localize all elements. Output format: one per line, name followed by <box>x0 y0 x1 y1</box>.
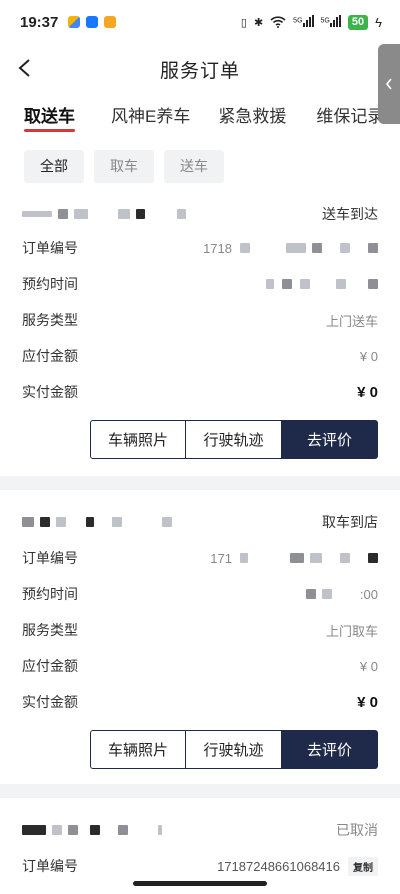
masked-vehicle-info <box>22 209 186 219</box>
masked-appoint-time <box>266 279 378 289</box>
order-card: 已取消 订单编号 17187248661068416 复制 <box>0 798 400 894</box>
order-no-label: 订单编号 <box>22 550 78 566</box>
filter-pickup[interactable]: 取车 <box>94 150 154 183</box>
paid-value: ¥ 0 <box>357 383 378 401</box>
driving-track-button[interactable]: 行驶轨迹 <box>186 730 282 769</box>
app-notification-icon <box>68 16 81 28</box>
masked-vehicle-info <box>22 825 162 835</box>
appoint-time-value: :00 <box>305 587 378 602</box>
order-actions: 车辆照片 行驶轨迹 去评价 <box>22 730 378 769</box>
masked-digits <box>240 553 378 563</box>
masked-appoint-time <box>305 589 332 599</box>
order-card-header: 已取消 <box>22 812 378 848</box>
order-no-row: 订单编号 17187248661068416 复制 <box>22 848 378 884</box>
driving-track-button[interactable]: 行驶轨迹 <box>186 420 282 459</box>
paid-label: 实付金额 <box>22 384 78 400</box>
paid-row: 实付金额 ¥ 0 <box>22 374 378 410</box>
vibrate-icon: ▯ <box>240 16 247 29</box>
payable-value: ¥ 0 <box>359 348 378 364</box>
payable-value: ¥ 0 <box>359 658 378 674</box>
paid-label: 实付金额 <box>22 694 78 710</box>
vehicle-photos-button[interactable]: 车辆照片 <box>90 730 186 769</box>
tab-e-maintenance[interactable]: 风神E养车 <box>111 92 190 138</box>
service-type-label: 服务类型 <box>22 622 78 638</box>
order-actions: 车辆照片 行驶轨迹 去评价 <box>22 420 378 459</box>
masked-digits <box>240 243 378 253</box>
order-no-label: 订单编号 <box>22 858 78 874</box>
charging-icon: ϟ <box>375 14 382 30</box>
order-status: 送车到达 <box>322 206 378 222</box>
service-type-row: 服务类型 上门取车 <box>22 612 378 648</box>
service-type-label: 服务类型 <box>22 312 78 328</box>
cellular-signal-1-icon: 5G <box>293 14 314 30</box>
order-no-value: 17187248661068416 复制 <box>217 856 378 876</box>
tab-maintenance-records[interactable]: 维保记录 <box>316 92 384 138</box>
vehicle-photos-button[interactable]: 车辆照片 <box>90 420 186 459</box>
order-no-value: 1718 <box>203 241 378 256</box>
chevron-left-icon <box>385 78 392 90</box>
notification-icons <box>68 16 117 28</box>
service-type-row: 服务类型 上门送车 <box>22 302 378 338</box>
cellular-signal-2-icon: 5G <box>321 14 341 30</box>
payable-row: 应付金额 ¥ 0 <box>22 338 378 374</box>
masked-vehicle-info <box>22 517 172 527</box>
service-type-value: 上门取车 <box>325 623 378 639</box>
home-indicator[interactable] <box>133 881 267 886</box>
service-tabs: 取送车 风神E养车 紧急救援 维保记录 <box>0 92 400 138</box>
side-drawer-handle[interactable] <box>378 44 400 124</box>
status-indicators: ▯ ✱ 5G 5G 50 ϟ <box>240 14 382 30</box>
order-status: 取车到店 <box>322 514 378 530</box>
status-bar: 19:37 ▯ ✱ 5G 5G 50 ϟ <box>0 0 400 44</box>
order-no-value: 171 <box>210 551 378 566</box>
bluetooth-icon: ✱ <box>253 16 264 29</box>
appoint-time-label: 预约时间 <box>22 586 78 602</box>
order-no-label: 订单编号 <box>22 240 78 256</box>
filter-bar: 全部 取车 送车 <box>0 138 400 198</box>
rate-button[interactable]: 去评价 <box>282 420 378 459</box>
tab-emergency-rescue[interactable]: 紧急救援 <box>218 92 286 138</box>
page-title: 服务订单 <box>159 61 240 82</box>
battery-level: 50 <box>347 14 369 30</box>
paid-value: ¥ 0 <box>357 693 378 711</box>
appoint-time-row: 预约时间 :00 <box>22 576 378 612</box>
paid-row: 实付金额 ¥ 0 <box>22 684 378 720</box>
tab-pickup-delivery[interactable]: 取送车 <box>24 92 75 138</box>
order-card-header: 送车到达 <box>22 198 378 230</box>
copy-button[interactable]: 复制 <box>348 856 378 876</box>
order-card: 送车到达 订单编号 1718 预约时间 服务类型 上门送车 应付金额 ¥ 0 实… <box>0 198 400 476</box>
nav-header: 服务订单 <box>0 44 400 92</box>
rate-button[interactable]: 去评价 <box>282 730 378 769</box>
appoint-time-label: 预约时间 <box>22 276 78 292</box>
appoint-time-row: 预约时间 <box>22 266 378 302</box>
wifi-icon <box>270 16 286 28</box>
order-card: 取车到店 订单编号 171 预约时间 :00 服务类型 上门取车 应付金额 ¥ … <box>0 490 400 784</box>
heart-app-icon <box>104 16 117 28</box>
payable-row: 应付金额 ¥ 0 <box>22 648 378 684</box>
order-status: 已取消 <box>336 822 378 838</box>
filter-delivery[interactable]: 送车 <box>164 150 224 183</box>
order-no-row: 订单编号 1718 <box>22 230 378 266</box>
payable-label: 应付金额 <box>22 658 78 674</box>
service-type-value: 上门送车 <box>325 313 378 329</box>
order-no-row: 订单编号 171 <box>22 540 378 576</box>
payable-label: 应付金额 <box>22 348 78 364</box>
order-card-header: 取车到店 <box>22 504 378 540</box>
status-time: 19:37 <box>20 13 59 31</box>
filter-all[interactable]: 全部 <box>24 150 84 183</box>
alipay-icon <box>86 16 99 28</box>
